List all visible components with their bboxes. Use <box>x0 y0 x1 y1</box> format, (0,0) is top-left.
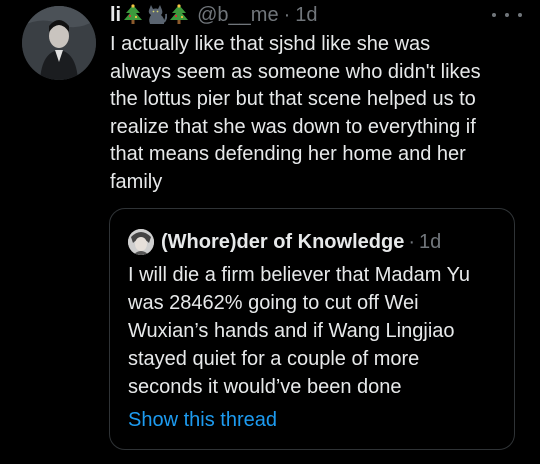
quoted-tweet-text: I will die a firm believer that Madam Yu… <box>128 261 508 401</box>
quoted-display-name: (Whore)der of Knowledge <box>161 230 405 253</box>
more-horizontal-icon <box>518 13 522 17</box>
user-handle[interactable]: @b__me <box>197 4 278 27</box>
display-name[interactable]: li <box>110 4 121 27</box>
tweet-text-line: family <box>110 170 163 193</box>
quoted-user-avatar <box>128 229 154 255</box>
quoted-timestamp: 1d <box>419 230 442 253</box>
quoted-tweet-header: (Whore)der of Knowledge · 1d <box>128 229 441 255</box>
tweet-text: I actually like that sjshd like she was … <box>110 31 530 196</box>
quoted-tweet[interactable]: (Whore)der of Knowledge · 1d I will die … <box>109 208 515 450</box>
separator: · <box>283 3 291 26</box>
tweet[interactable]: li @b__me · 1d I actually like that sjsh… <box>0 0 540 464</box>
timestamp[interactable]: 1d <box>295 4 317 27</box>
more-options-button[interactable] <box>492 6 522 24</box>
christmas-tree-icon <box>123 4 143 26</box>
tweet-text-line: I actually like that sjshd like she was <box>110 33 431 55</box>
show-thread-link[interactable]: Show this thread <box>128 409 277 432</box>
more-horizontal-icon <box>505 13 509 17</box>
tweet-text-line: always seem as someone who didn't likes <box>110 60 481 83</box>
user-avatar[interactable] <box>22 6 96 80</box>
quoted-text-line: was 28462% going to cut off Wei <box>128 292 419 314</box>
quoted-text-line: I will die a firm believer that Madam Yu <box>128 264 471 286</box>
tweet-header: li @b__me · 1d <box>110 2 318 28</box>
tweet-text-line: realize that she was down to everything … <box>110 115 476 138</box>
quoted-text-line: Wuxian’s hands and if Wang Lingjiao <box>128 320 455 342</box>
separator: · <box>408 230 415 253</box>
black-cat-icon <box>145 4 168 26</box>
tweet-text-line: the lottus pier but that scene helped us… <box>110 88 476 110</box>
christmas-tree-icon <box>169 4 189 26</box>
more-horizontal-icon <box>492 13 496 17</box>
tweet-text-line: that means defending her home and her <box>110 143 466 165</box>
quoted-text-line: seconds it would’ve been done <box>128 376 402 398</box>
quoted-text-line: stayed quiet for a couple of more <box>128 348 420 370</box>
